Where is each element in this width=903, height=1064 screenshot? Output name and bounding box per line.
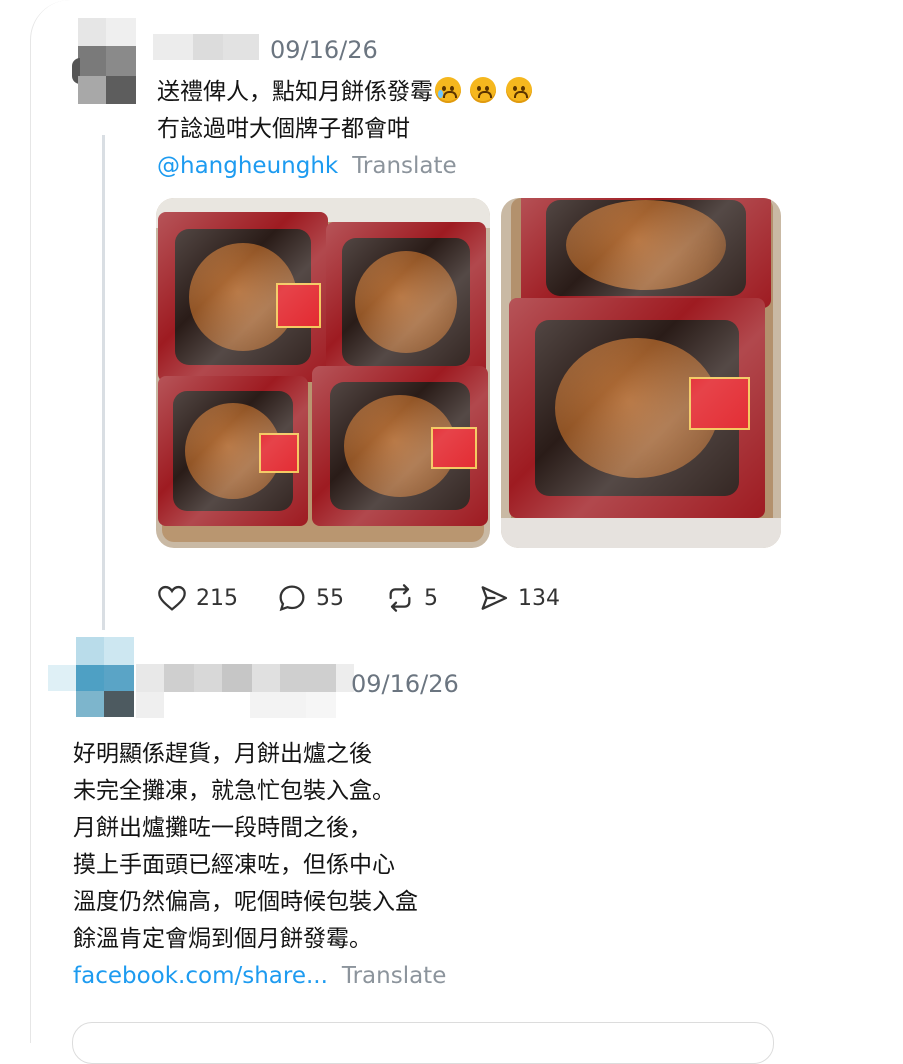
avatar[interactable] bbox=[48, 637, 136, 717]
embedded-card[interactable] bbox=[72, 1022, 774, 1064]
external-link[interactable]: facebook.com/share... bbox=[73, 963, 328, 989]
link-row: facebook.com/share... Translate bbox=[73, 958, 446, 995]
post-text-line: 溫度仍然偏高，呢個時候包裝入盒 bbox=[73, 889, 418, 915]
translate-link[interactable]: Translate bbox=[352, 153, 456, 179]
post-text-line: 未完全攤凍，就急忙包裝入盒。 bbox=[73, 778, 395, 804]
post-text-line-1: 送禮俾人，點知月餅係發霉 bbox=[157, 74, 532, 111]
like-count: 215 bbox=[196, 585, 238, 611]
post-date: 09/16/26 bbox=[351, 670, 459, 698]
post-photo-2[interactable] bbox=[501, 198, 781, 548]
post-photo-1[interactable] bbox=[156, 198, 490, 548]
sad-face-icon bbox=[505, 77, 532, 103]
reply-count: 55 bbox=[316, 585, 344, 611]
avatar[interactable] bbox=[72, 18, 138, 106]
thread-connector-line bbox=[102, 135, 105, 630]
mention-link[interactable]: @hangheunghk bbox=[157, 153, 338, 179]
timeline-frame-edge bbox=[30, 0, 71, 1043]
sad-face-icon bbox=[470, 77, 497, 103]
like-button[interactable]: 215 bbox=[156, 582, 238, 614]
post-text-line: 餘溫肯定會焗到個月餅發霉。 bbox=[73, 926, 372, 952]
translate-link[interactable]: Translate bbox=[342, 963, 446, 989]
username-blurred[interactable] bbox=[136, 664, 354, 718]
post-text-line: 好明顯係趕貨，月餅出爐之後 bbox=[73, 741, 372, 767]
comment-bubble-icon bbox=[279, 585, 305, 612]
share-count: 134 bbox=[518, 585, 560, 611]
repost-button[interactable]: 5 bbox=[384, 582, 438, 614]
share-button[interactable]: 134 bbox=[478, 582, 560, 614]
send-icon bbox=[481, 586, 508, 610]
heart-icon bbox=[158, 585, 186, 611]
repost-icon bbox=[389, 584, 411, 612]
post-text-line: 摸上手面頭已經凍咗，但係中心 bbox=[73, 852, 395, 878]
reply-button[interactable]: 55 bbox=[276, 582, 344, 614]
post-text-line-2: 冇諗過咁大個牌子都會咁 bbox=[157, 116, 410, 142]
mention-row: @hangheunghk Translate bbox=[157, 148, 457, 185]
crying-face-icon bbox=[435, 77, 461, 103]
repost-count: 5 bbox=[424, 585, 438, 611]
username-blurred[interactable] bbox=[153, 34, 259, 60]
post-text-line: 月餅出爐攤咗一段時間之後， bbox=[73, 815, 372, 841]
post-date: 09/16/26 bbox=[270, 36, 378, 64]
post-text: 送禮俾人，點知月餅係發霉 bbox=[157, 79, 433, 105]
